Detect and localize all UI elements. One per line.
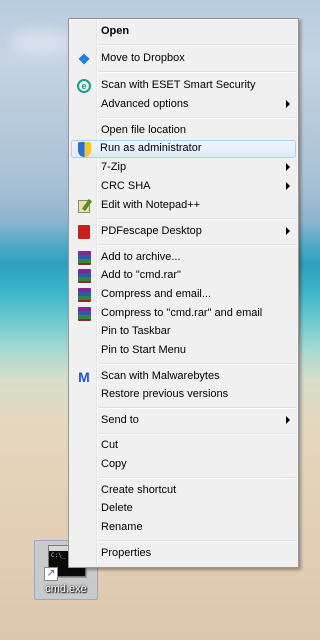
uac-shield-icon <box>78 142 91 157</box>
menu-item-add-to-archive[interactable]: Add to archive... <box>71 249 296 267</box>
menu-item-add-to-cmd-rar[interactable]: Add to "cmd.rar" <box>71 267 296 285</box>
menu-item-label: CRC SHA <box>101 180 151 192</box>
winrar-icon <box>78 251 91 265</box>
menu-item-label: Create shortcut <box>101 484 177 496</box>
menu-item-copy[interactable]: Copy <box>71 456 296 474</box>
submenu-arrow-icon <box>286 416 290 424</box>
menu-item-label: PDFescape Desktop <box>101 225 202 237</box>
rar-icon-wrap <box>76 250 92 266</box>
menu-item-pin-to-start-menu[interactable]: Pin to Start Menu <box>71 342 296 360</box>
winrar-icon <box>78 307 91 321</box>
menu-item-run-as-administrator[interactable]: Run as administrator <box>71 140 296 158</box>
menu-item-label: Open file location <box>101 124 186 136</box>
menu-separator <box>98 407 296 409</box>
winrar-icon <box>78 288 91 302</box>
menu-item-send-to[interactable]: Send to <box>71 412 296 430</box>
context-menu: Open ❖ Move to Dropbox e Scan with ESET … <box>68 18 299 568</box>
menu-item-label: Delete <box>101 502 133 514</box>
menu-item-label: Advanced options <box>101 98 189 110</box>
menu-item-scan-malwarebytes[interactable]: M Scan with Malwarebytes <box>71 368 296 386</box>
menu-item-scan-eset[interactable]: e Scan with ESET Smart Security <box>71 77 296 95</box>
menu-item-compress-and-email[interactable]: Compress and email... <box>71 286 296 304</box>
npp-icon-wrap <box>76 198 92 214</box>
menu-item-pin-to-taskbar[interactable]: Pin to Taskbar <box>71 323 296 341</box>
menu-item-label: Add to "cmd.rar" <box>101 269 181 281</box>
menu-item-label: Edit with Notepad++ <box>101 199 201 211</box>
menu-item-label: Cut <box>101 439 119 451</box>
desktop-icon-label: cmd.exe <box>45 583 87 595</box>
menu-item-crc-sha[interactable]: CRC SHA <box>71 178 296 196</box>
menu-item-label: 7-Zip <box>101 161 127 173</box>
rar-icon-wrap <box>76 306 92 322</box>
dropbox-icon: ❖ <box>77 51 91 67</box>
menu-item-label: Properties <box>101 547 152 559</box>
submenu-arrow-icon <box>286 182 290 190</box>
menu-item-delete[interactable]: Delete <box>71 500 296 518</box>
menu-item-label: Rename <box>101 521 143 533</box>
uac-icon-wrap <box>77 142 93 158</box>
submenu-arrow-icon <box>286 163 290 171</box>
rar-icon-wrap <box>76 287 92 303</box>
eset-icon-wrap: e <box>76 78 92 94</box>
menu-item-label: Move to Dropbox <box>101 52 185 64</box>
menu-item-label: Scan with ESET Smart Security <box>101 79 256 91</box>
malwarebytes-icon: M <box>78 369 90 385</box>
rar-icon-wrap <box>76 268 92 284</box>
menu-item-label: Compress and email... <box>101 288 212 300</box>
menu-item-label: Pin to Start Menu <box>101 344 186 356</box>
menu-item-7-zip[interactable]: 7-Zip <box>71 159 296 177</box>
menu-item-properties[interactable]: Properties <box>71 545 296 563</box>
menu-item-open[interactable]: Open <box>71 23 296 41</box>
menu-item-label: Send to <box>101 414 139 426</box>
menu-item-label: Open <box>101 25 130 37</box>
menu-separator <box>98 433 296 435</box>
winrar-icon <box>78 269 91 283</box>
menu-item-label: Copy <box>101 458 127 470</box>
menu-item-compress-to-cmd-rar-and-email[interactable]: Compress to "cmd.rar" and email <box>71 305 296 323</box>
menu-item-cut[interactable]: Cut <box>71 437 296 455</box>
menu-separator <box>98 363 296 365</box>
menu-item-pdfescape-desktop[interactable]: PDFescape Desktop <box>71 223 296 241</box>
pdfescape-icon <box>78 225 90 239</box>
notepad-plus-plus-icon <box>78 200 90 213</box>
menu-item-create-shortcut[interactable]: Create shortcut <box>71 482 296 500</box>
menu-item-label: Compress to "cmd.rar" and email <box>101 307 263 319</box>
menu-item-restore-previous-versions[interactable]: Restore previous versions <box>71 386 296 404</box>
menu-item-edit-notepad-plus-plus[interactable]: Edit with Notepad++ <box>71 197 296 215</box>
menu-item-rename[interactable]: Rename <box>71 519 296 537</box>
menu-separator <box>98 71 296 73</box>
shortcut-arrow-icon: ↗ <box>44 567 58 581</box>
eset-icon: e <box>77 79 91 93</box>
submenu-arrow-icon <box>286 100 290 108</box>
submenu-arrow-icon <box>286 227 290 235</box>
menu-separator <box>98 244 296 246</box>
menu-item-label: Pin to Taskbar <box>101 325 171 337</box>
menu-item-label: Run as administrator <box>100 142 202 154</box>
menu-separator <box>98 477 296 479</box>
menu-separator <box>98 44 296 46</box>
menu-item-move-to-dropbox[interactable]: ❖ Move to Dropbox <box>71 50 296 68</box>
menu-item-open-file-location[interactable]: Open file location <box>71 122 296 140</box>
menu-item-label: Restore previous versions <box>101 388 229 400</box>
menu-item-label: Scan with Malwarebytes <box>101 370 220 382</box>
pdf-icon-wrap <box>76 224 92 240</box>
menu-separator <box>98 117 296 119</box>
menu-separator <box>98 218 296 220</box>
menu-item-advanced-options[interactable]: Advanced options <box>71 96 296 114</box>
menu-item-label: Add to archive... <box>101 251 181 263</box>
menu-separator <box>98 540 296 542</box>
